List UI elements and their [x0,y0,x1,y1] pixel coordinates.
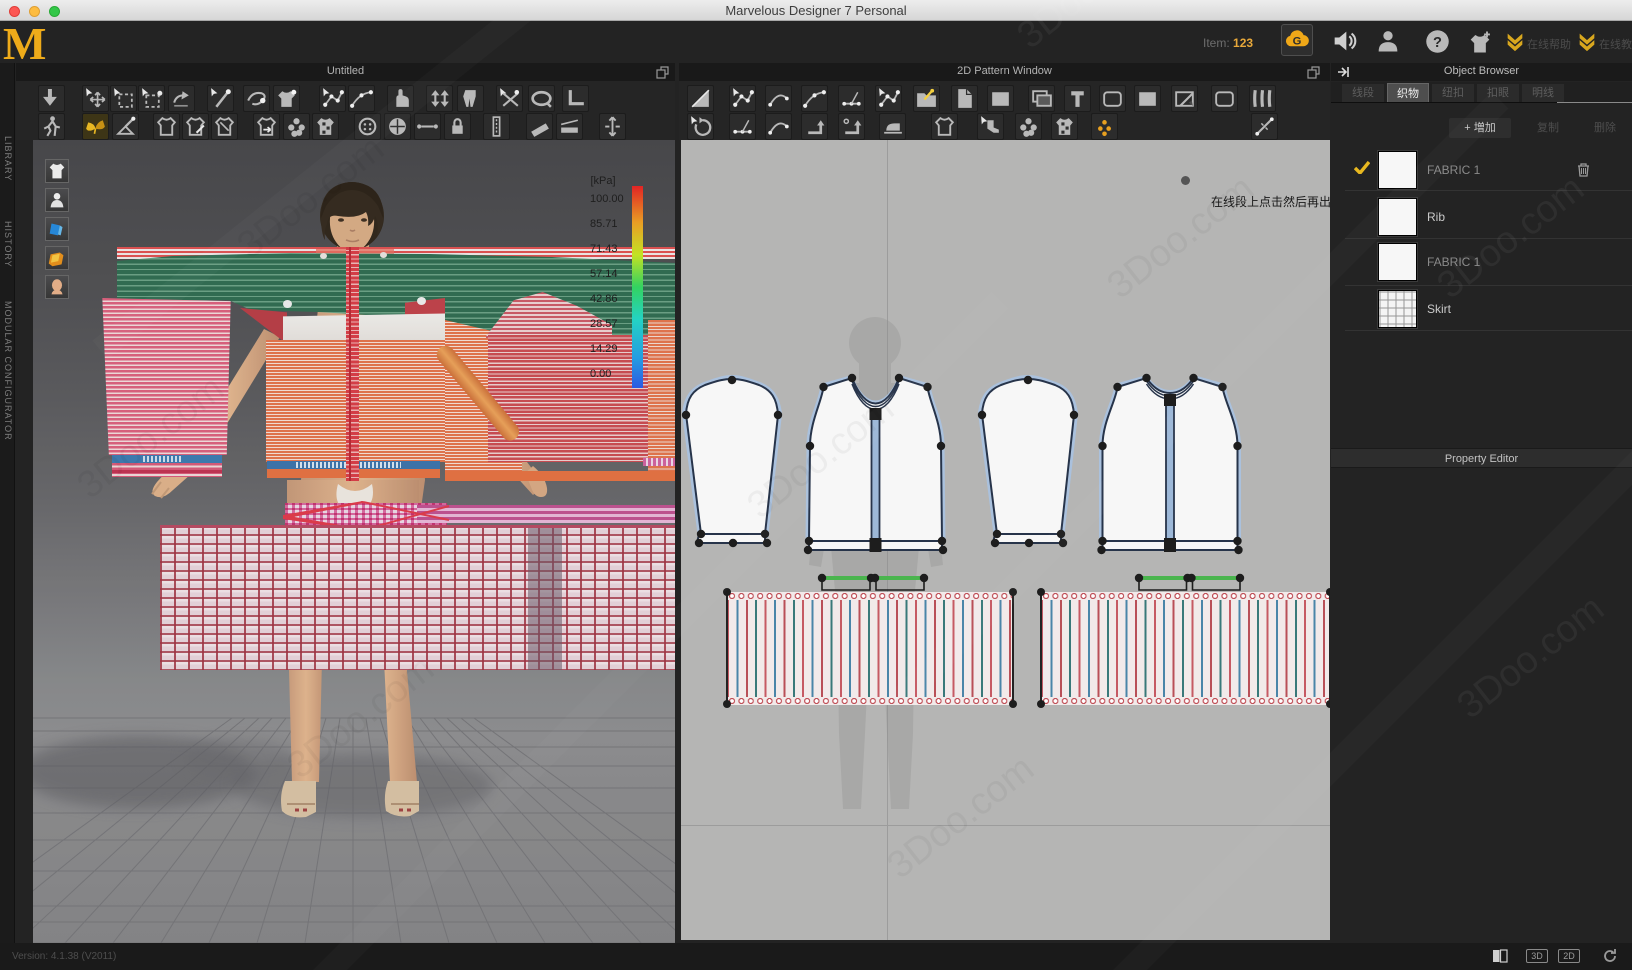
svg-text:?: ? [1433,35,1442,51]
svg-text:G: G [1293,35,1302,47]
